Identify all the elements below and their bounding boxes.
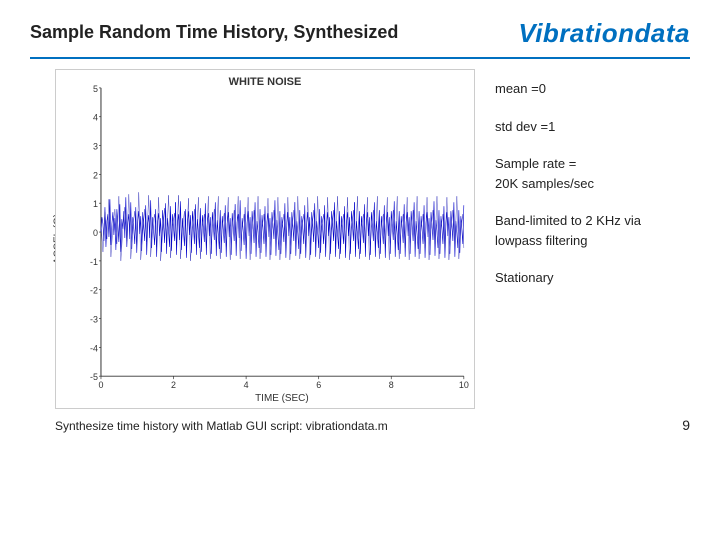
svg-text:4: 4 bbox=[244, 380, 249, 390]
svg-text:-2: -2 bbox=[90, 286, 98, 296]
chart-title: WHITE NOISE bbox=[56, 76, 474, 88]
svg-text:0: 0 bbox=[93, 228, 98, 238]
svg-text:4: 4 bbox=[93, 113, 98, 123]
chart-container: WHITE NOISE 5 4 3 2 1 0 -1 -2 -3 bbox=[55, 69, 475, 409]
svg-text:2: 2 bbox=[93, 170, 98, 180]
page-title: Sample Random Time History, Synthesized bbox=[30, 22, 398, 43]
mean-label: mean =0 bbox=[495, 79, 690, 99]
svg-text:2: 2 bbox=[171, 380, 176, 390]
footer: Synthesize time history with Matlab GUI … bbox=[0, 409, 720, 443]
page-number: 9 bbox=[682, 417, 690, 433]
svg-text:0: 0 bbox=[98, 380, 103, 390]
footer-script-text: Synthesize time history with Matlab GUI … bbox=[55, 419, 388, 433]
brand-title: Vibrationdata bbox=[518, 18, 690, 49]
svg-text:-5: -5 bbox=[90, 372, 98, 382]
chart-outer: ACCEL (G) WHITE NOISE 5 4 3 2 1 0 -1 - bbox=[55, 69, 475, 409]
svg-text:6: 6 bbox=[316, 380, 321, 390]
svg-text:-1: -1 bbox=[90, 257, 98, 267]
chart-svg: 5 4 3 2 1 0 -1 -2 -3 -4 -5 bbox=[56, 70, 474, 408]
svg-text:3: 3 bbox=[93, 142, 98, 152]
sample-rate-label: Sample rate = 20K samples/sec bbox=[495, 154, 690, 193]
svg-text:TIME (SEC): TIME (SEC) bbox=[255, 393, 309, 404]
svg-text:-3: -3 bbox=[90, 315, 98, 325]
svg-text:1: 1 bbox=[93, 199, 98, 209]
svg-text:8: 8 bbox=[389, 380, 394, 390]
stationary-label: Stationary bbox=[495, 268, 690, 288]
svg-text:-4: -4 bbox=[90, 343, 98, 353]
band-limited-label: Band-limited to 2 KHz via lowpass filter… bbox=[495, 211, 690, 250]
svg-text:10: 10 bbox=[459, 380, 469, 390]
info-panel: mean =0 std dev =1 Sample rate = 20K sam… bbox=[495, 69, 690, 409]
std-dev-label: std dev =1 bbox=[495, 117, 690, 137]
